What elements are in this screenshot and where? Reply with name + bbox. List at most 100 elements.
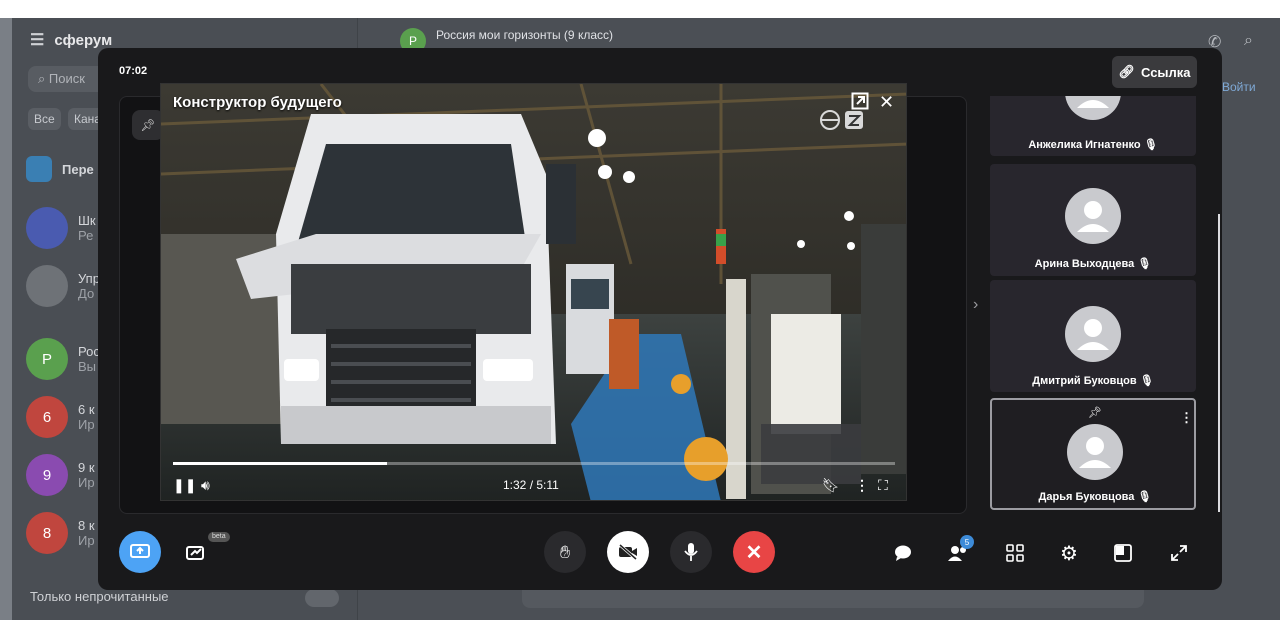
link-button-label: Ссылка [1140,64,1191,80]
expand-button[interactable] [1168,542,1190,564]
chat-button[interactable] [892,542,914,564]
open-chat-title: Россия мои горизонты (9 класс) [436,28,613,42]
chat-title: Рос [78,344,100,359]
chevron-right-icon[interactable]: › [973,296,978,314]
list-item[interactable]: 9 9 к Ир [26,454,95,496]
chat-subtitle: Ир [78,533,95,548]
list-item[interactable]: 8 8 к Ир [26,512,95,554]
avatar [1067,424,1123,480]
chat-subtitle: До [78,286,95,301]
layout-button[interactable] [1112,542,1134,564]
chat-subtitle: Ре [78,228,94,243]
participant-name-text: Дарья Буковцова [1038,491,1135,503]
participant-name-text: Дмитрий Буковцов [1032,375,1137,387]
chat-title: 9 к [78,460,95,475]
pinned-icon [26,156,52,182]
more-icon[interactable]: ⋮ [1180,410,1193,426]
video-progress-bar[interactable] [173,462,895,465]
list-item[interactable]: Р Рос Вы [26,338,100,380]
camera-off-icon [619,543,637,561]
avatar [1065,306,1121,362]
beta-badge: beta [208,532,230,542]
more-icon[interactable]: ⋮ [855,477,869,494]
microphone-icon [684,543,698,561]
gear-icon: ⚙︎ [1060,542,1078,565]
participant-tile-pinned[interactable]: 📌︎ ⋮ Дарья Буковцова 🎙︎ [990,398,1196,510]
grid-icon [1006,544,1024,562]
video-progress-fill [173,462,387,465]
pinned-item[interactable]: Пере [26,156,94,182]
list-item[interactable]: 6 6 к Ир [26,396,95,438]
chat-title: Шк [78,213,96,228]
list-item[interactable]: Упр До [26,265,100,307]
link-icon: 🔗︎ [1118,64,1135,79]
avatar: 6 [26,396,68,438]
settings-button[interactable]: ⚙︎ [1058,542,1080,565]
participant-tile[interactable]: Анжелика Игнатенко 🎙︎ [990,96,1196,156]
layout-icon [1114,544,1132,562]
search-icon[interactable]: ⌕ [1244,32,1253,50]
mic-off-icon: 🎙︎ [1139,375,1154,387]
video-time: 1:32 / 5:11 [503,478,559,492]
participant-tile[interactable]: Дмитрий Буковцов 🎙︎ [990,280,1196,392]
popout-icon[interactable] [851,92,869,110]
unread-only-toggle[interactable] [305,589,339,607]
user-icon [1077,319,1109,350]
link-button[interactable]: 🔗︎ Ссылка [1112,56,1197,88]
filter-all[interactable]: Все [28,108,61,130]
participant-name: Арина Выходцева 🎙︎ [990,257,1196,270]
avatar: Р [26,338,68,380]
participant-name-text: Анжелика Игнатенко [1028,139,1141,151]
grid-layout-button[interactable] [1004,542,1026,564]
pause-icon[interactable]: ❚❚ [173,477,196,494]
pinned-item-label: Пере [62,161,94,177]
pin-icon: 📌︎ [1088,407,1102,419]
participants-count-badge: 5 [960,535,974,549]
open-chat-login-link[interactable]: Войти [1222,80,1256,94]
screen-share-button[interactable] [119,531,161,573]
channel-logo-icon [820,110,863,130]
mic-off-icon: 🎙︎ [1137,258,1152,270]
expand-icon [1171,545,1187,561]
search-placeholder: Поиск [48,71,85,86]
user-icon [1079,437,1111,468]
factory-video-frame [161,84,906,500]
call-timer: 07:02 [119,65,148,77]
scrollbar[interactable] [1218,214,1220,512]
hand-icon: ✋︎ [559,541,571,562]
avatar [26,207,68,249]
chat-title: 6 к [78,402,95,417]
list-item[interactable]: Шк Ре [26,207,96,249]
video-player[interactable]: Конструктор будущего ✕ ❚❚ 🔊︎ 1:32 / 5:11… [160,83,907,501]
avatar [1065,188,1121,244]
end-call-button[interactable]: ✕ [733,531,775,573]
fullscreen-icon[interactable]: ⛶ [878,477,888,494]
raise-hand-button[interactable]: ✋︎ [544,531,586,573]
mic-off-icon: 🎙︎ [1137,491,1152,503]
camera-toggle-button[interactable] [607,531,649,573]
screen-share-icon [130,544,150,558]
avatar: 9 [26,454,68,496]
whiteboard-button[interactable] [185,542,207,564]
chat-subtitle: Ир [78,475,95,490]
participant-name: Дарья Буковцова 🎙︎ [992,490,1198,503]
call-window: 07:02 🔗︎ Ссылка 📌︎ Конструктор будущего … [98,48,1222,590]
open-chat-header: Россия мои горизонты (9 класс) [436,28,613,42]
chat-subtitle: Ир [78,417,95,432]
participant-name-text: Арина Выходцева [1034,258,1135,270]
participants-panel: Анжелика Игнатенко 🎙︎ Арина Выходцева 🎙︎… [990,96,1198,562]
left-edge [0,18,12,620]
brand-logo: сферум [54,31,113,49]
volume-icon[interactable]: 🔊︎ [201,477,210,494]
participant-name: Дмитрий Буковцов 🎙︎ [990,374,1196,387]
top-strip [0,0,1280,18]
menu-icon[interactable]: ☰ [30,30,44,50]
microphone-button[interactable] [670,531,712,573]
bookmark-icon[interactable]: 🔖︎ [822,477,840,494]
video-title: Конструктор будущего [173,94,342,111]
avatar: 8 [26,512,68,554]
avatar [26,265,68,307]
participant-tile[interactable]: Арина Выходцева 🎙︎ [990,164,1196,276]
chat-icon [895,545,911,561]
close-video-icon[interactable]: ✕ [879,92,894,113]
